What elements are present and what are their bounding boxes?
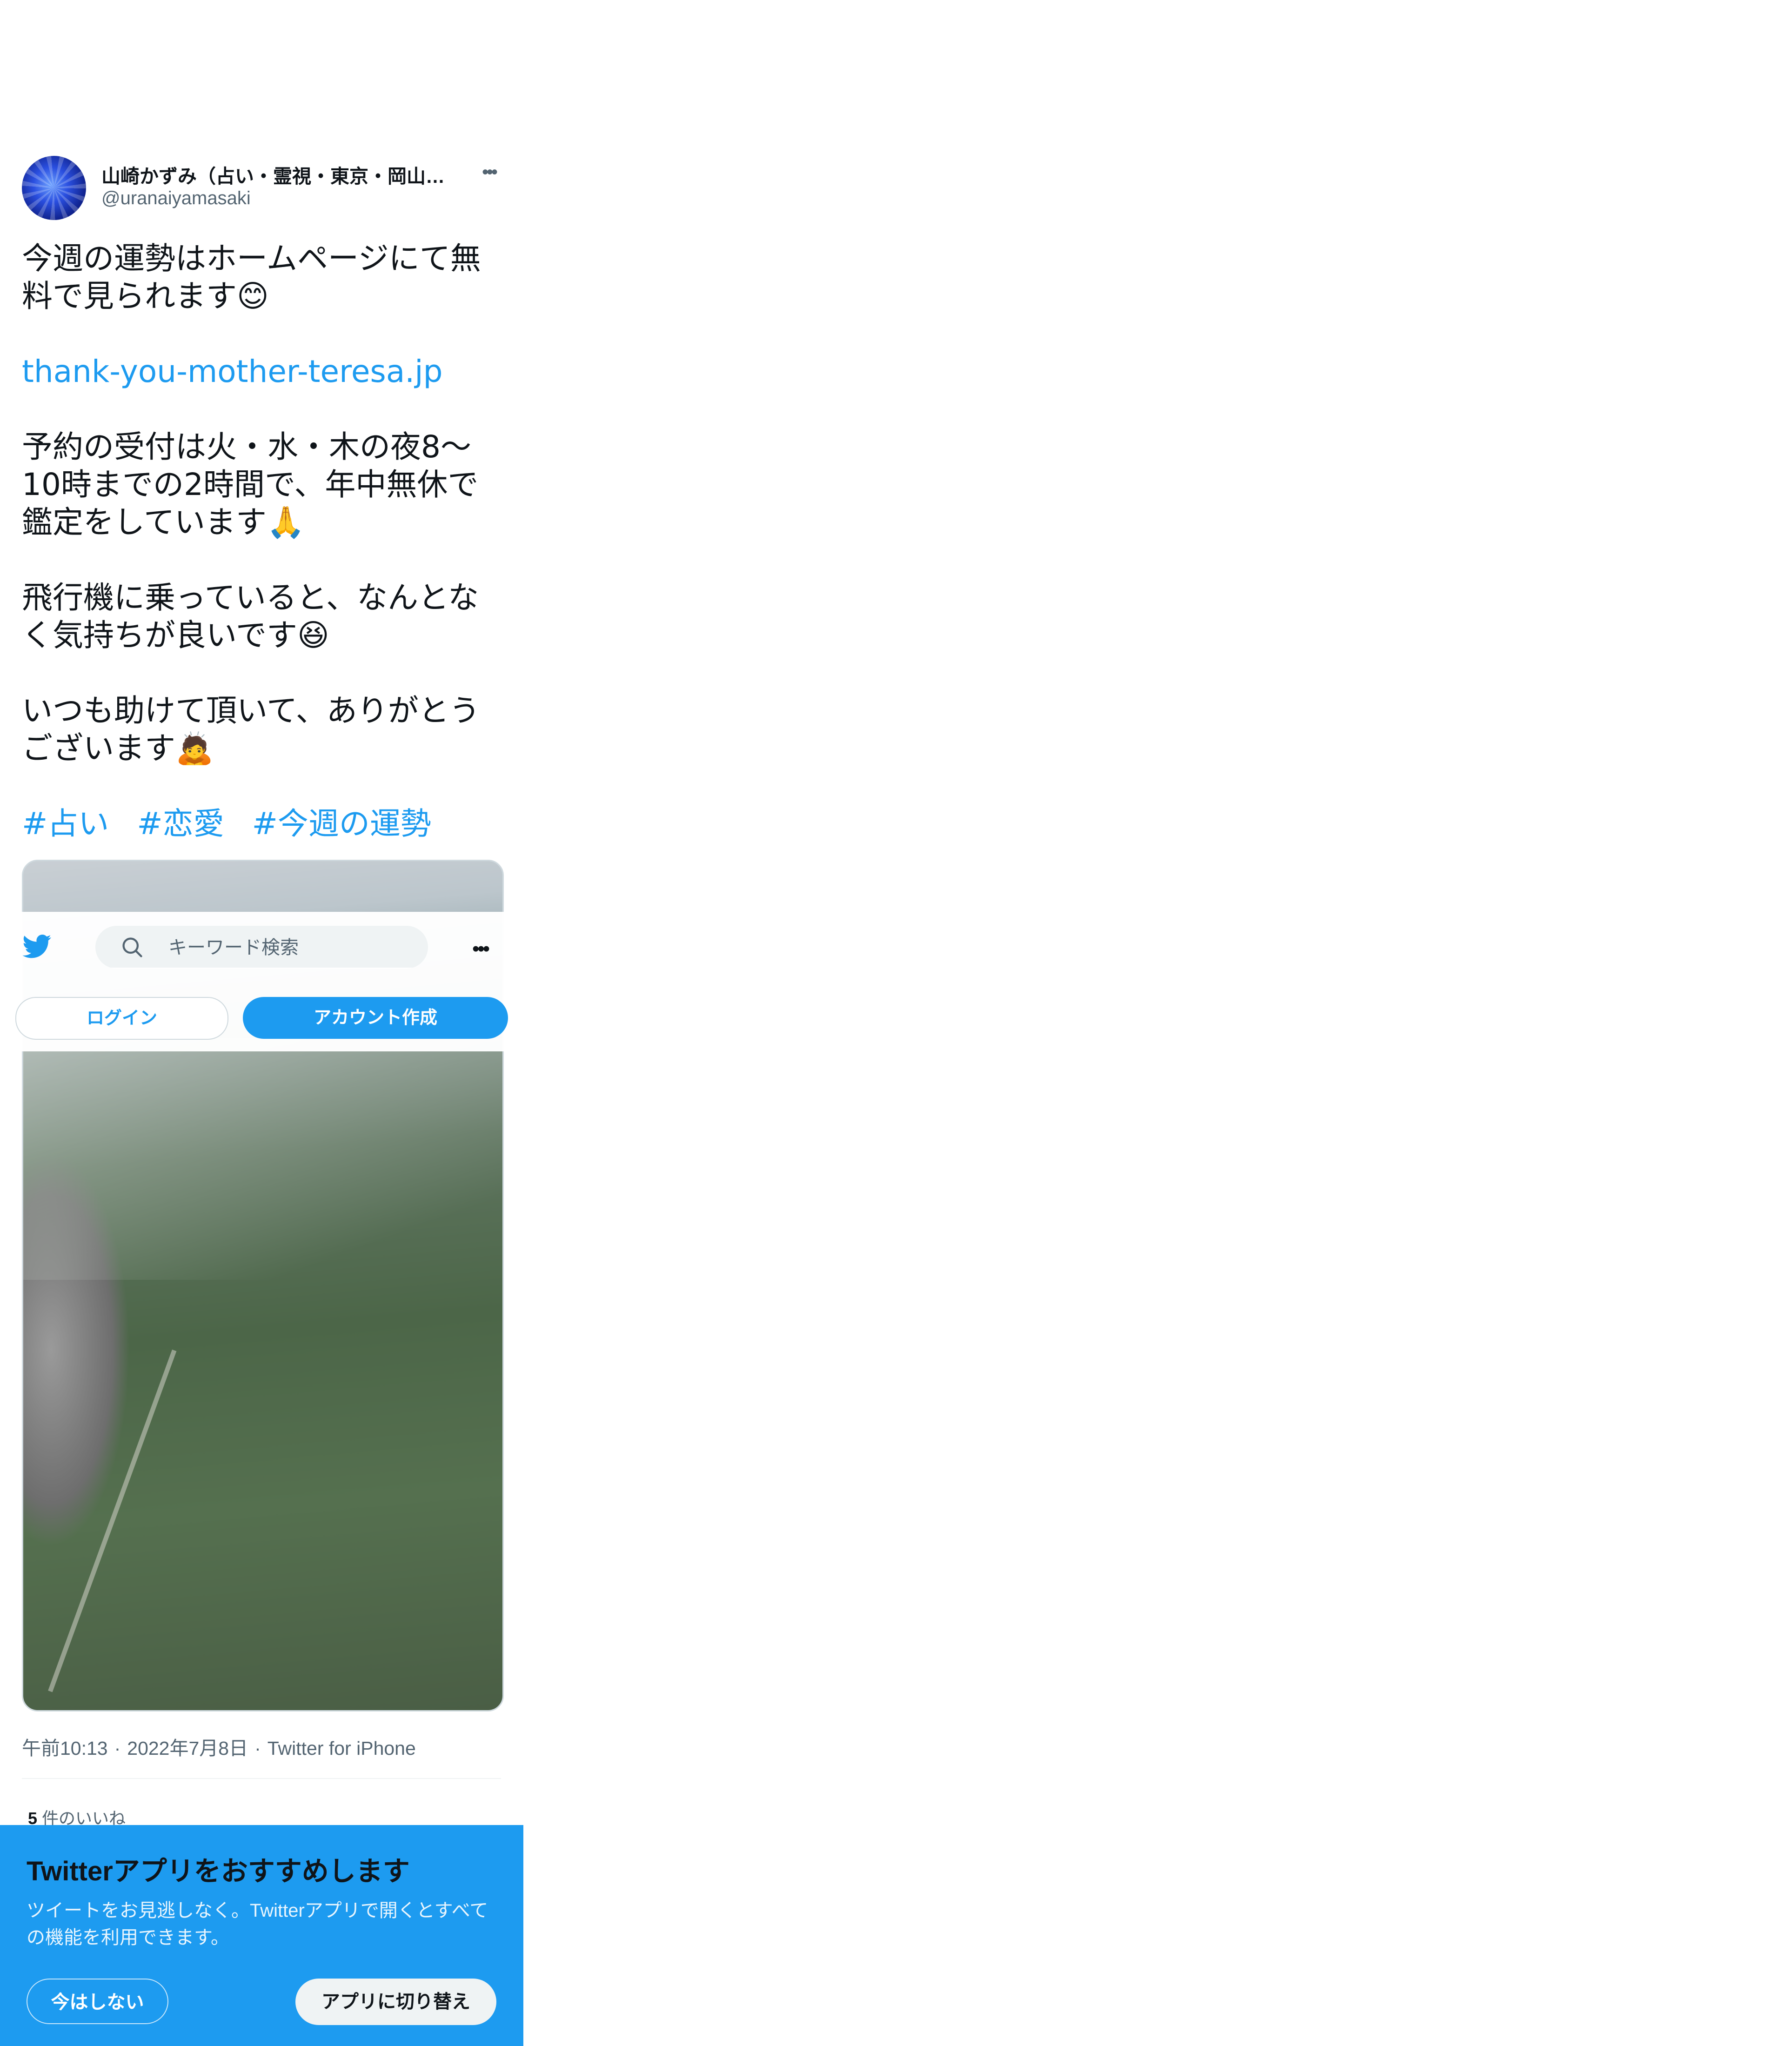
tweet-page: 山崎かずみ（占い・霊視・東京・岡山… @uranaiyamasaki ••• 今… [0,0,523,2046]
tweet-line: 今週の運勢はホームページにて無料で見られます😊 [22,241,481,314]
website-link[interactable]: thank-you-mother-teresa.jp [22,353,506,390]
user-handle[interactable]: @uranaiyamasaki [101,188,251,209]
tweet-text: 今週の運勢はホームページにて無料で見られます😊 thank-you-mother… [22,240,506,842]
tweet-source[interactable]: Twitter for iPhone [267,1738,416,1759]
banner-title: Twitterアプリをおすすめします [27,1856,410,1886]
twitter-bird-icon[interactable] [21,932,53,961]
search-icon [122,937,142,957]
tweet-line: いつも助けて頂いて、ありがとうございます🙇 [22,693,480,766]
banner-body: ツイートをお見逃しなく。Twitterアプリで開くとすべての機能を利用できます。 [27,1900,488,1948]
hashtags: #占い #恋愛 #今週の運勢 [22,805,506,842]
search-placeholder: キーワード検索 [168,937,299,958]
tweet-meta: 午前10:13 · 2022年7月8日 · Twitter for iPhone [22,1738,416,1759]
tweet-line: 飛行機に乗っていると、なんとなく気持ちが良いです😆 [22,580,479,653]
hashtag-link[interactable]: #占い [22,806,109,842]
hashtag-link[interactable]: #今週の運勢 [252,806,431,842]
hashtag-link[interactable]: #恋愛 [137,806,224,842]
not-now-button[interactable]: 今はしない [27,1979,168,2024]
switch-to-app-button[interactable]: アプリに切り替え [295,1979,496,2025]
display-name[interactable]: 山崎かずみ（占い・霊視・東京・岡山… [101,160,460,188]
tweet-date[interactable]: 2022年7月8日 [127,1738,248,1759]
avatar[interactable] [22,156,86,220]
divider [22,1778,501,1779]
tweet-time[interactable]: 午前10:13 [22,1738,108,1759]
tweet-line: 予約の受付は火・水・木の夜8〜10時までの2時間で、年中無休で鑑定をしています🙏 [22,429,479,540]
login-button[interactable]: ログイン [15,997,228,1040]
create-account-button[interactable]: アカウント作成 [243,997,508,1039]
more-horizontal-icon[interactable]: ••• [472,937,490,961]
more-horizontal-icon[interactable]: ••• [476,163,501,181]
